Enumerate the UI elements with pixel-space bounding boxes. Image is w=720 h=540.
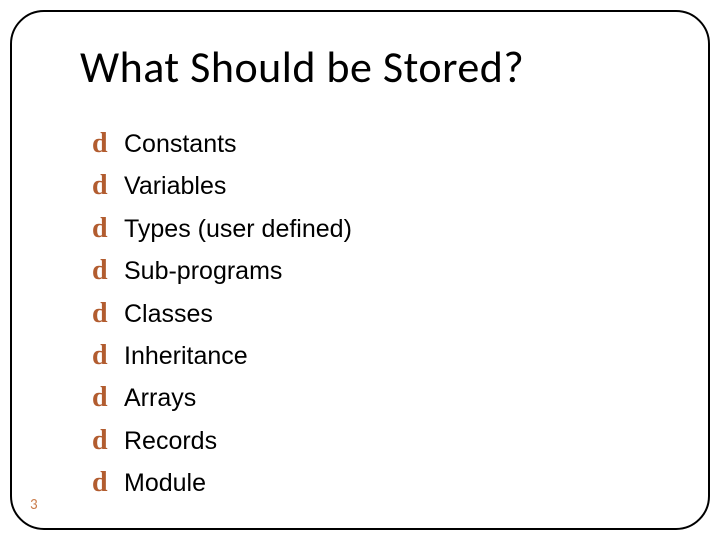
list-item-label: Module	[124, 467, 206, 500]
list-item-label: Records	[124, 425, 217, 458]
bullet-icon: d	[92, 296, 120, 332]
list-item-label: Arrays	[124, 382, 196, 415]
list-item: d Variables	[92, 168, 660, 204]
bullet-icon: d	[92, 465, 120, 501]
bullet-icon: d	[92, 126, 120, 162]
list-item: d Sub-programs	[92, 253, 660, 289]
list-item: d Types (user defined)	[92, 211, 660, 247]
bullet-list: d Constants d Variables d Types (user de…	[92, 126, 660, 508]
bullet-icon: d	[92, 168, 120, 204]
list-item: d Records	[92, 423, 660, 459]
slide-title: What Should be Stored?	[80, 40, 680, 94]
list-item: d Constants	[92, 126, 660, 162]
list-item-label: Variables	[124, 170, 226, 203]
list-item: d Classes	[92, 296, 660, 332]
bullet-icon: d	[92, 423, 120, 459]
list-item: d Inheritance	[92, 338, 660, 374]
list-item-label: Types (user defined)	[124, 213, 352, 246]
list-item-label: Constants	[124, 128, 237, 161]
bullet-icon: d	[92, 380, 120, 416]
list-item-label: Sub-programs	[124, 255, 282, 288]
list-item-label: Inheritance	[124, 340, 248, 373]
page-number: 3	[30, 496, 38, 514]
bullet-icon: d	[92, 253, 120, 289]
bullet-icon: d	[92, 211, 120, 247]
list-item-label: Classes	[124, 298, 213, 331]
list-item: d Module	[92, 465, 660, 501]
list-item: d Arrays	[92, 380, 660, 416]
slide: What Should be Stored? d Constants d Var…	[0, 0, 720, 540]
bullet-icon: d	[92, 338, 120, 374]
